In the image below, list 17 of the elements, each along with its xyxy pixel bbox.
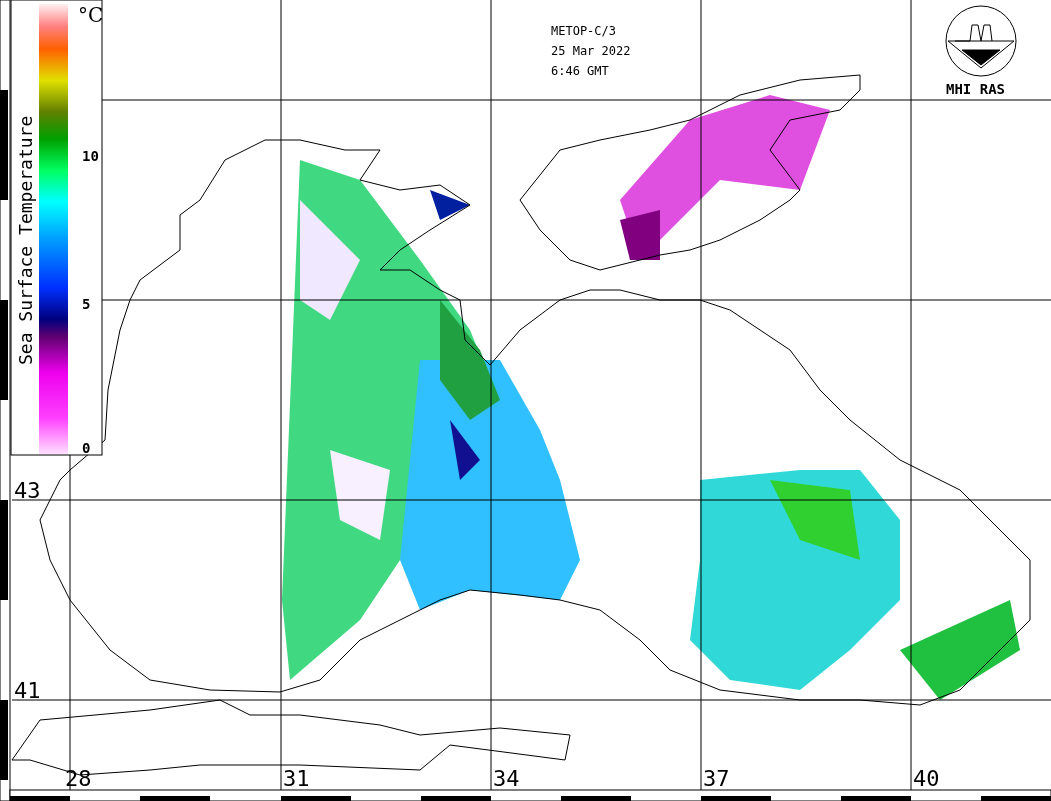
scale-tick-label: 0: [82, 440, 91, 456]
institute-logo-icon: [945, 5, 1017, 77]
image-date: 25 Mar 2022: [551, 44, 631, 58]
logo-caption: MHI RAS: [946, 81, 1005, 97]
latitude-label: 41: [14, 678, 41, 703]
image-time: 6:46 GMT: [551, 64, 609, 78]
scale-tick-label: 5: [82, 296, 91, 312]
unit-label: °C: [78, 3, 104, 27]
scale-tick-label: 10: [82, 148, 99, 164]
longitude-label: 34: [493, 766, 520, 791]
longitude-label: 40: [913, 766, 940, 791]
longitude-label: 31: [283, 766, 310, 791]
satellite-name: METOP-C/3: [551, 24, 617, 38]
latitude-label: 43: [14, 478, 41, 503]
longitude-label: 37: [703, 766, 730, 791]
longitude-label: 28: [65, 766, 92, 791]
legend-title: Sea Surface Temperature: [15, 115, 36, 365]
